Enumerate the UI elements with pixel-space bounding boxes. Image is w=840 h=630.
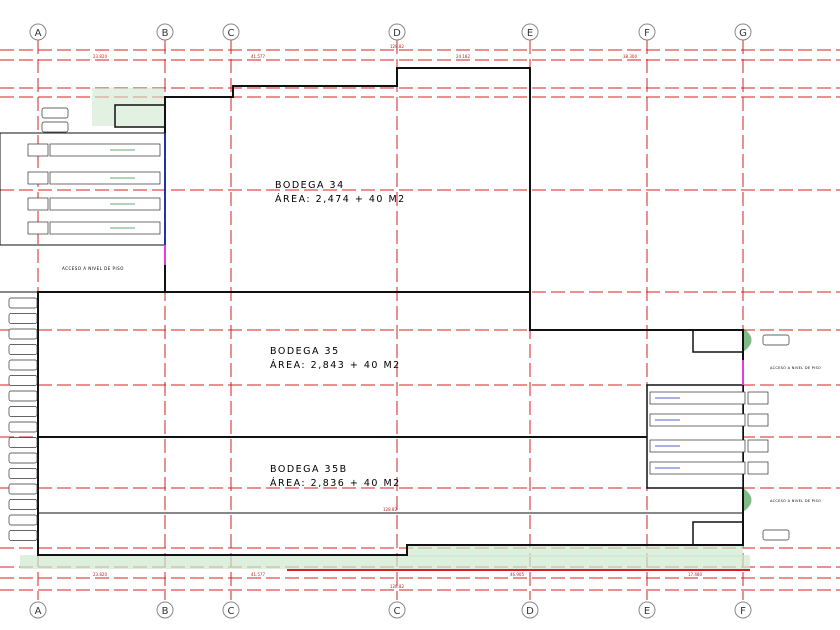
grid-label-top: G <box>739 28 747 39</box>
truck-trailer-icon <box>49 143 161 157</box>
car-icon <box>8 390 38 402</box>
truck-cab-icon <box>27 171 49 185</box>
car-icon <box>8 344 38 355</box>
car-icon <box>8 328 38 340</box>
dimension-bottom: 17.480 <box>688 572 702 577</box>
truck-trailer-icon <box>49 197 161 211</box>
room-area: ÁREA: 2,843 + 40 M2 <box>270 360 401 371</box>
truck-trailer-icon <box>49 171 161 185</box>
truck-trailer-icon <box>49 221 161 235</box>
truck-cab-icon <box>747 439 769 453</box>
dimension-top: 23.820 <box>93 54 107 59</box>
dimension-bottom: 46.905 <box>510 572 524 577</box>
car-icon <box>8 437 38 448</box>
grid-label-bottom: D <box>526 606 534 617</box>
grid-label-bottom: C <box>228 606 235 617</box>
landscaping <box>20 88 752 569</box>
grid-label-top: B <box>162 28 169 39</box>
grid-label-top: C <box>228 28 235 39</box>
room-bodega-35b: BODEGA 35B ÁREA: 2,836 + 40 M2 <box>270 464 401 489</box>
car-icon <box>41 107 69 119</box>
truck-cab-icon <box>27 221 49 235</box>
plan-drawing: A A B B C C D C E D F E G F 23.820 41.577 24.182 38.300 1… <box>0 23 840 619</box>
dimension-total-bottom: 128.82 <box>390 584 404 589</box>
truck-cab-icon <box>747 461 769 475</box>
access-label-right-bottom: ACCESO A NIVEL DE PISO <box>770 499 822 503</box>
truck-cab-icon <box>27 143 49 157</box>
access-label-left: ACCESO A NIVEL DE PISO <box>62 266 124 271</box>
grid-label-bottom: C <box>394 606 401 617</box>
car-icon <box>8 530 38 541</box>
grid-label-top: A <box>35 28 42 39</box>
car-icon <box>8 468 38 479</box>
dimension-total-top: 128.82 <box>390 44 404 49</box>
car-icon <box>8 313 38 324</box>
car-icon <box>8 297 38 309</box>
access-label-right-top: ACCESO A NIVEL DE PISO <box>770 366 822 370</box>
room-area: ÁREA: 2,836 + 40 M2 <box>270 478 401 489</box>
car-icon <box>8 359 38 371</box>
car-icon <box>41 121 69 133</box>
car-icon <box>8 406 38 417</box>
floor-plan: A A B B C C D C E D F E G F 23.820 41.577 24.182 38.300 1… <box>0 0 840 630</box>
grid-label-top: D <box>393 28 401 39</box>
truck-cab-icon <box>27 197 49 211</box>
truck-cab-icon <box>747 413 769 427</box>
dimension-top: 38.300 <box>623 54 637 59</box>
car-icon <box>8 452 38 464</box>
room-name: BODEGA 35 <box>270 346 340 357</box>
grid-label-bottom: B <box>162 606 169 617</box>
dimension-bottom: 23.820 <box>93 572 107 577</box>
car-icon <box>8 421 38 433</box>
car-icon <box>8 375 38 386</box>
grid-label-bottom: A <box>35 606 42 617</box>
car-icon <box>762 529 790 541</box>
grid-label-top: E <box>527 28 533 39</box>
room-area: ÁREA: 2,474 + 40 M2 <box>275 194 406 205</box>
grid-label-top: F <box>644 28 650 39</box>
room-name: BODEGA 34 <box>275 180 345 191</box>
dimension-top: 41.577 <box>251 54 265 59</box>
car-icon <box>8 499 38 510</box>
car-icon <box>8 483 38 495</box>
car-icon <box>762 334 790 346</box>
dimension-inner: 128.82 <box>383 507 397 512</box>
room-bodega-35: BODEGA 35 ÁREA: 2,843 + 40 M2 <box>270 346 401 371</box>
dimension-top: 24.182 <box>456 54 470 59</box>
dimension-bottom: 41.577 <box>251 572 265 577</box>
room-name: BODEGA 35B <box>270 464 348 475</box>
grid-label-bottom: F <box>740 606 746 617</box>
truck-cab-icon <box>747 391 769 405</box>
room-bodega-34: BODEGA 34 ÁREA: 2,474 + 40 M2 <box>275 180 406 205</box>
grid-label-bottom: E <box>644 606 650 617</box>
car-icon <box>8 514 38 526</box>
